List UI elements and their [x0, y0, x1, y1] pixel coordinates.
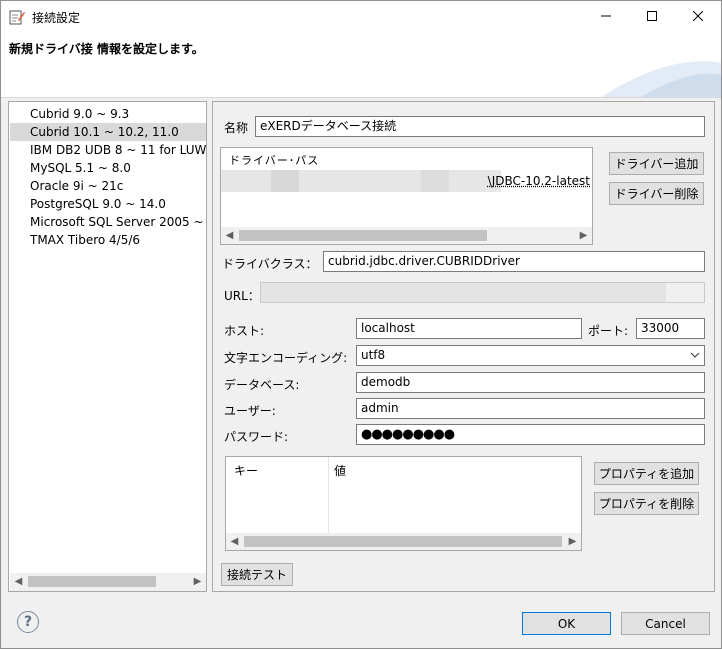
- add-property-button[interactable]: プロパティを追加: [594, 462, 699, 485]
- list-item[interactable]: Microsoft SQL Server 2005 ~ 20: [10, 213, 206, 231]
- dialog-window: 接続設定 新規ドライバ接 情報を設定します。 Cubrid 9.0 ~ 9.3 …: [0, 0, 722, 649]
- driver-class-label: ドライバクラス：: [222, 257, 318, 271]
- scrollbar-thumb[interactable]: [28, 576, 156, 587]
- scrollbar-thumb[interactable]: [239, 230, 487, 241]
- url-field[interactable]: [260, 282, 705, 303]
- banner-divider: [1, 97, 721, 98]
- database-label: データベース:: [224, 378, 300, 392]
- close-icon: [692, 10, 704, 24]
- title-bar: 接続設定: [1, 1, 721, 33]
- user-label: ユーザー:: [224, 404, 276, 418]
- list-item-selected[interactable]: Cubrid 10.1 ~ 10.2, 11.0: [10, 123, 206, 141]
- list-item[interactable]: PostgreSQL 9.0 ~ 14.0: [10, 195, 206, 213]
- driver-table-scrollbar[interactable]: ◀ ▶: [221, 227, 592, 244]
- list-item[interactable]: Oracle 9i ~ 21c: [10, 177, 206, 195]
- obscured-path: [221, 170, 501, 192]
- list-item[interactable]: TMAX Tibero 4/5/6: [10, 231, 206, 249]
- connection-settings-panel: 名称 eXERDデータベース接続 ドライバー･パス \JDBC-10.2-lat…: [212, 101, 715, 592]
- window-title: 接続設定: [32, 11, 81, 25]
- properties-scrollbar[interactable]: ◀ ▶: [226, 533, 581, 550]
- remove-property-button[interactable]: プロパティを削除: [594, 492, 699, 515]
- list-item[interactable]: MySQL 5.1 ~ 8.0: [10, 159, 206, 177]
- banner-message: 新規ドライバ接 情報を設定します。: [9, 42, 204, 56]
- scroll-left-icon[interactable]: ◀: [10, 573, 27, 590]
- obscured-url: [261, 283, 666, 302]
- scroll-right-icon[interactable]: ▶: [189, 573, 206, 590]
- table-row[interactable]: \JDBC-10.2-latest: [221, 170, 592, 192]
- port-label: ポート:: [588, 324, 629, 338]
- name-field[interactable]: eXERDデータベース接続: [255, 116, 705, 137]
- password-field[interactable]: ●●●●●●●●●: [356, 424, 705, 445]
- maximize-icon: [647, 10, 657, 24]
- minimize-icon: [601, 10, 611, 24]
- list-item[interactable]: Cubrid 9.0 ~ 9.3: [10, 105, 206, 123]
- host-label: ホスト:: [224, 324, 265, 338]
- obscured-path: [271, 170, 299, 192]
- scrollbar-thumb[interactable]: [244, 536, 562, 547]
- banner-decoration: [601, 61, 721, 97]
- chevron-down-icon: [690, 346, 700, 365]
- test-connection-button[interactable]: 接続テスト: [221, 563, 293, 586]
- driver-path-value: \JDBC-10.2-latest: [487, 174, 590, 188]
- cancel-button[interactable]: Cancel: [621, 612, 710, 635]
- banner: 新規ドライバ接 情報を設定します。: [1, 33, 721, 97]
- help-icon[interactable]: ?: [17, 611, 39, 633]
- driver-path-table[interactable]: ドライバー･パス \JDBC-10.2-latest ◀ ▶: [220, 147, 593, 245]
- driver-path-header: ドライバー･パス: [229, 154, 320, 167]
- encoding-label: 文字エンコーディング:: [224, 351, 348, 365]
- host-field[interactable]: localhost: [356, 318, 582, 339]
- ok-button[interactable]: OK: [522, 612, 611, 635]
- column-header-key: キー: [234, 464, 259, 478]
- encoding-select[interactable]: utf8: [356, 345, 705, 366]
- database-type-list[interactable]: Cubrid 9.0 ~ 9.3 Cubrid 10.1 ~ 10.2, 11.…: [8, 101, 207, 592]
- list-horizontal-scrollbar[interactable]: ◀ ▶: [10, 573, 206, 591]
- remove-driver-button[interactable]: ドライバー削除: [609, 182, 704, 205]
- scroll-right-icon[interactable]: ▶: [575, 227, 592, 244]
- scroll-left-icon[interactable]: ◀: [226, 533, 243, 550]
- column-header-value: 値: [334, 464, 347, 478]
- port-field[interactable]: 33000: [636, 318, 705, 339]
- column-divider: [328, 457, 329, 533]
- obscured-path: [421, 170, 449, 192]
- minimize-button[interactable]: [583, 1, 629, 33]
- app-icon: [9, 9, 25, 25]
- encoding-value: utf8: [361, 348, 386, 362]
- add-driver-button[interactable]: ドライバー追加: [609, 152, 704, 175]
- scroll-left-icon[interactable]: ◀: [221, 227, 238, 244]
- password-label: パスワード:: [224, 430, 289, 444]
- properties-table[interactable]: キー 値 ◀ ▶: [225, 456, 582, 551]
- name-label: 名称: [224, 121, 249, 135]
- scroll-right-icon[interactable]: ▶: [564, 533, 581, 550]
- url-label: URL：: [224, 289, 260, 303]
- maximize-button[interactable]: [629, 1, 675, 33]
- close-button[interactable]: [675, 1, 721, 33]
- database-field[interactable]: demodb: [356, 372, 705, 393]
- user-field[interactable]: admin: [356, 398, 705, 419]
- driver-class-field[interactable]: cubrid.jdbc.driver.CUBRIDDriver: [323, 251, 705, 272]
- list-item[interactable]: IBM DB2 UDB 8 ~ 11 for LUW: [10, 141, 206, 159]
